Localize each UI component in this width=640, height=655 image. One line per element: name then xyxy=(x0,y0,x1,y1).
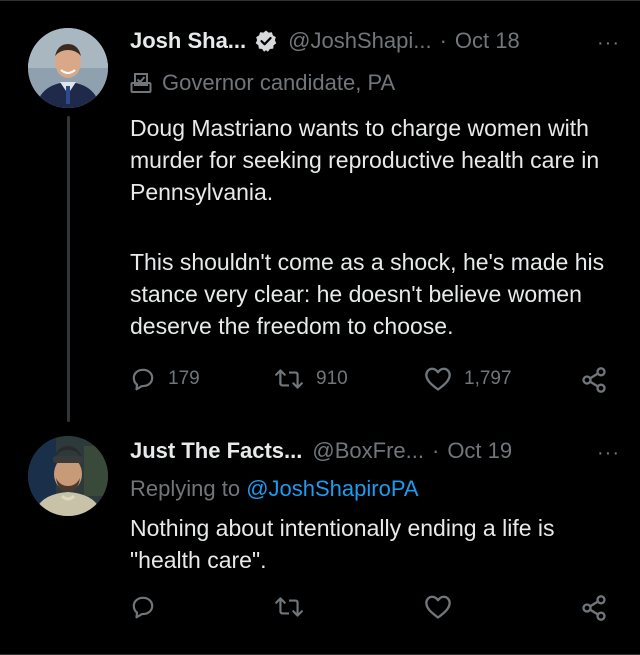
avatar-image xyxy=(28,436,108,516)
heart-icon xyxy=(425,595,451,619)
tweet2-text: Nothing about intentionally ending a lif… xyxy=(130,515,555,573)
tweet2-header: Just The Facts... @BoxFre... · Oct 19 xyxy=(130,438,512,464)
replying-to: Replying to @JoshShapiroPA xyxy=(130,476,419,502)
share-icon xyxy=(582,367,606,393)
author-name[interactable]: Just The Facts... xyxy=(130,438,302,464)
more-options-icon[interactable]: ··· xyxy=(597,442,620,465)
verified-badge-icon xyxy=(255,30,277,52)
separator-dot: · xyxy=(439,28,447,53)
like-button[interactable] xyxy=(424,594,452,620)
separator-dot: · xyxy=(431,438,440,463)
tweet1-header: Josh Sha... @JoshShapi... · Oct 18 xyxy=(130,28,520,54)
reply-button[interactable]: 179 xyxy=(130,366,200,392)
share-icon xyxy=(582,595,606,621)
ballot-box-icon xyxy=(130,73,152,93)
thread-connector-line xyxy=(67,116,70,422)
reply-mention-link[interactable]: @JoshShapiroPA xyxy=(246,476,418,501)
tweet-date[interactable]: Oct 18 xyxy=(455,28,520,54)
reply-count: 179 xyxy=(168,368,200,389)
like-count: 1,797 xyxy=(464,368,512,389)
share-button[interactable] xyxy=(580,594,608,622)
affiliation-text: Governor candidate, PA xyxy=(162,70,396,95)
avatar[interactable] xyxy=(28,28,108,108)
more-options-icon[interactable]: ··· xyxy=(597,32,620,55)
reply-icon xyxy=(132,596,154,619)
retweet-button[interactable] xyxy=(274,594,304,620)
tweet1-paragraph-2: This shouldn't come as a shock, he's mad… xyxy=(130,249,605,339)
author-handle[interactable]: @JoshShapi... xyxy=(288,28,431,54)
tweet2-actions xyxy=(130,594,610,626)
tweet-date[interactable]: Oct 19 xyxy=(447,438,512,464)
avatar-image xyxy=(28,28,108,108)
affiliation-label: Governor candidate, PA xyxy=(130,70,395,96)
avatar[interactable] xyxy=(28,436,108,516)
reply-icon xyxy=(132,368,154,391)
retweet-icon xyxy=(275,597,303,617)
retweet-count: 910 xyxy=(316,368,348,389)
retweet-button[interactable]: 910 xyxy=(274,366,348,392)
reply-button[interactable] xyxy=(130,594,156,620)
retweet-icon xyxy=(275,369,303,389)
tweet1-paragraph-1: Doug Mastriano wants to charge women wit… xyxy=(130,115,600,205)
top-divider xyxy=(0,0,640,1)
like-button[interactable]: 1,797 xyxy=(424,366,512,392)
tweet1-actions: 179 910 1,797 xyxy=(130,366,610,398)
replying-prefix: Replying to xyxy=(130,476,247,501)
share-button[interactable] xyxy=(580,366,608,394)
author-handle[interactable]: @BoxFre... xyxy=(312,438,424,464)
author-name[interactable]: Josh Sha... xyxy=(130,28,246,54)
heart-icon xyxy=(425,367,451,391)
